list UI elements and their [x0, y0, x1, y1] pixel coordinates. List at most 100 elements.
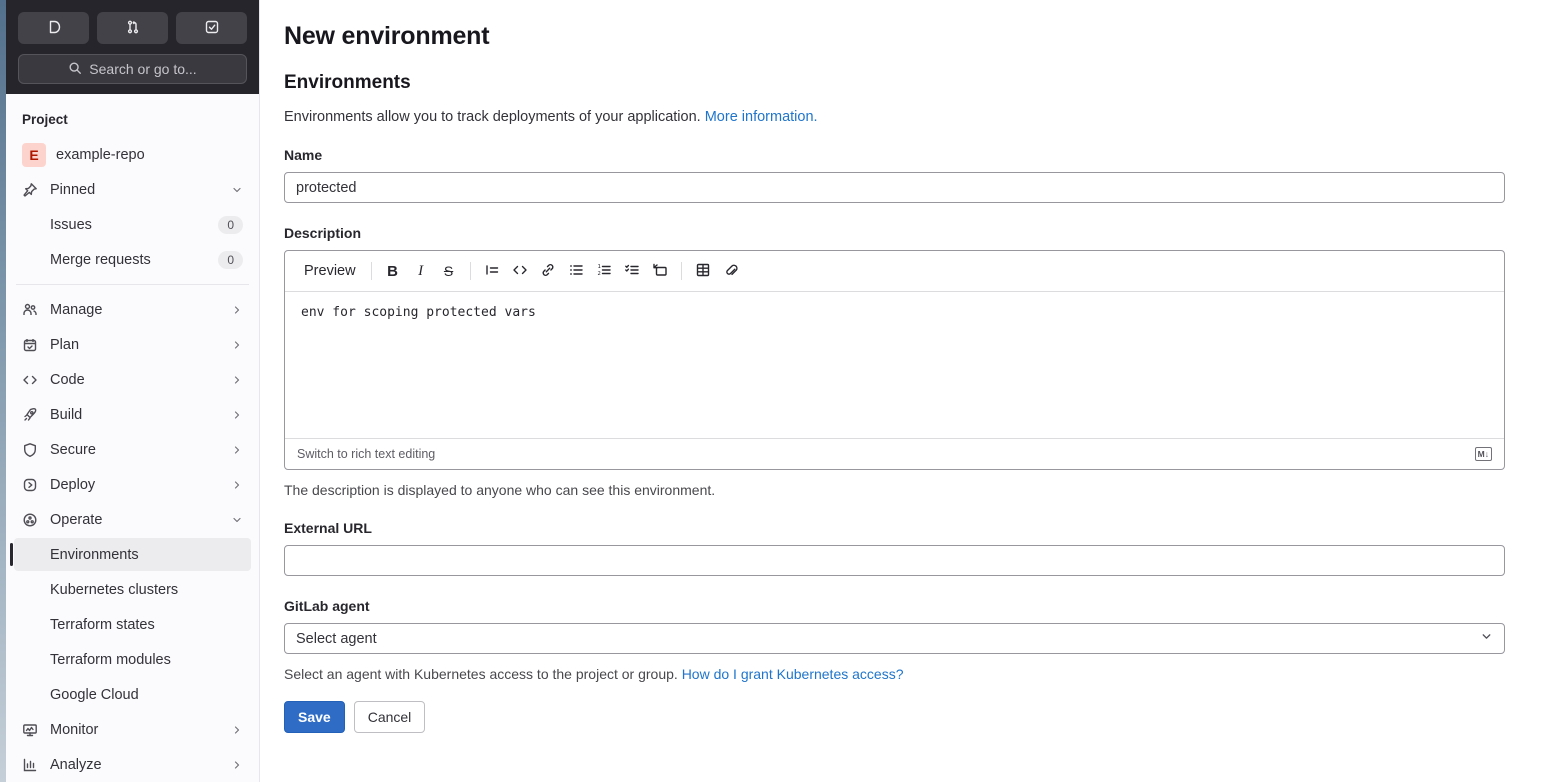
italic-button[interactable]: I — [407, 257, 435, 285]
sidebar-item-environments[interactable]: Environments — [10, 538, 251, 571]
chevron-down-icon — [231, 184, 243, 196]
sidebar-item-terraform-states[interactable]: Terraform states — [14, 608, 251, 641]
numbered-list-button[interactable]: 12 — [590, 257, 618, 285]
kubernetes-access-link[interactable]: How do I grant Kubernetes access? — [682, 666, 904, 682]
sidebar-item-monitor[interactable]: Monitor — [14, 713, 251, 746]
form-actions: Save Cancel — [284, 701, 1505, 733]
collapsible-section-icon — [652, 262, 668, 281]
deploy-icon — [22, 477, 38, 493]
sidebar-item-manage[interactable]: Manage — [14, 293, 251, 326]
sidebar-item-label: Issues — [50, 216, 92, 233]
sidebar-item-label: Analyze — [50, 756, 102, 773]
sidebar-item-deploy[interactable]: Deploy — [14, 468, 251, 501]
bullet-list-icon — [568, 262, 584, 281]
sidebar-item-label: Kubernetes clusters — [50, 581, 179, 598]
sidebar-item-issues[interactable]: Issues 0 — [14, 208, 251, 241]
code-button[interactable] — [506, 257, 534, 285]
svg-text:2: 2 — [597, 271, 600, 277]
description-help-text: The description is displayed to anyone w… — [284, 482, 716, 498]
toolbar-separator — [370, 262, 372, 280]
cancel-button[interactable]: Cancel — [353, 701, 426, 733]
chevron-down-icon — [231, 514, 243, 526]
chevron-right-icon — [231, 724, 243, 736]
strikethrough-button[interactable]: S — [435, 257, 463, 285]
attach-file-button[interactable] — [717, 257, 745, 285]
sidebar-item-plan[interactable]: Plan — [14, 328, 251, 361]
shield-icon — [22, 442, 38, 458]
sidebar-item-kubernetes-clusters[interactable]: Kubernetes clusters — [14, 573, 251, 606]
issues-shortcut-button[interactable] — [18, 12, 89, 44]
svg-text:1: 1 — [597, 264, 600, 270]
chevron-right-icon — [231, 339, 243, 351]
chevron-right-icon — [231, 409, 243, 421]
save-button[interactable]: Save — [284, 701, 345, 733]
numbered-list-icon: 12 — [596, 262, 612, 281]
sidebar-item-label: Environments — [50, 546, 139, 563]
task-list-button[interactable] — [618, 257, 646, 285]
sidebar-item-merge-requests[interactable]: Merge requests 0 — [14, 243, 251, 276]
chevron-right-icon — [231, 479, 243, 491]
link-button[interactable] — [534, 257, 562, 285]
cloud-pod-icon — [22, 512, 38, 528]
agent-help-body: Select an agent with Kubernetes access t… — [284, 666, 678, 682]
project-avatar: E — [22, 143, 46, 167]
sidebar-item-secure[interactable]: Secure — [14, 433, 251, 466]
sidebar-item-google-cloud[interactable]: Google Cloud — [14, 678, 251, 711]
link-icon — [540, 262, 556, 281]
todo-icon — [204, 19, 220, 38]
collapsible-section-button[interactable] — [646, 257, 674, 285]
sidebar-item-label: Monitor — [50, 721, 99, 738]
merge-requests-shortcut-button[interactable] — [97, 12, 168, 44]
sidebar-divider — [16, 284, 249, 285]
markdown-icon[interactable]: M↓ — [1474, 447, 1492, 461]
sidebar-item-label: Operate — [50, 511, 103, 528]
merge-requests-count-badge: 0 — [218, 250, 243, 269]
calendar-icon — [22, 337, 38, 353]
sidebar-item-pinned[interactable]: Pinned — [14, 173, 251, 206]
intro-text: Environments allow you to track deployme… — [284, 109, 1505, 125]
sidebar-item-label: Merge requests — [50, 251, 151, 268]
sidebar-item-label: Terraform states — [50, 616, 155, 633]
sidebar-nav: Project E example-repo Pinned Issues 0 M… — [6, 94, 259, 782]
search-icon — [68, 61, 82, 78]
page-title: New environment — [284, 22, 490, 50]
rocket-icon — [22, 407, 38, 423]
section-title: Environments — [284, 72, 411, 93]
sidebar-section-label: Project — [22, 112, 68, 127]
sidebar-item-label: Secure — [50, 441, 96, 458]
description-textarea[interactable]: env for scoping protected vars — [285, 292, 1504, 438]
issues-icon — [46, 19, 62, 38]
sidebar-item-project[interactable]: E example-repo — [14, 139, 251, 171]
sidebar-item-terraform-modules[interactable]: Terraform modules — [14, 643, 251, 676]
sidebar-item-build[interactable]: Build — [14, 398, 251, 431]
more-information-link[interactable]: More information. — [705, 109, 818, 125]
switch-rich-text-link[interactable]: Switch to rich text editing — [297, 447, 435, 461]
name-input[interactable] — [284, 172, 1505, 203]
sidebar-item-operate[interactable]: Operate — [14, 503, 251, 536]
bullet-list-button[interactable] — [562, 257, 590, 285]
attach-file-icon — [723, 262, 739, 281]
intro-text-body: Environments allow you to track deployme… — [284, 109, 701, 125]
sidebar-item-analyze[interactable]: Analyze — [14, 748, 251, 781]
quote-button[interactable] — [478, 257, 506, 285]
sidebar-item-label: Google Cloud — [50, 686, 139, 703]
todo-shortcut-button[interactable] — [176, 12, 247, 44]
sidebar-item-label: Code — [50, 371, 85, 388]
chevron-right-icon — [231, 444, 243, 456]
external-url-input[interactable] — [284, 545, 1505, 576]
bold-icon: B — [387, 262, 398, 280]
external-url-label: External URL — [284, 520, 372, 536]
bold-button[interactable]: B — [379, 257, 407, 285]
search-input[interactable]: Search or go to... — [18, 54, 247, 84]
chart-icon — [22, 757, 38, 773]
issues-count-badge: 0 — [218, 215, 243, 234]
agent-help-text: Select an agent with Kubernetes access t… — [284, 666, 1505, 682]
agent-select[interactable]: Select agent — [284, 623, 1505, 654]
preview-tab[interactable]: Preview — [296, 257, 364, 285]
chevron-right-icon — [231, 759, 243, 771]
editor-footer: Switch to rich text editing M↓ — [285, 438, 1504, 469]
sidebar-item-label: Deploy — [50, 476, 96, 493]
sidebar-item-code[interactable]: Code — [14, 363, 251, 396]
insert-table-button[interactable] — [689, 257, 717, 285]
main-content: New environment Environments Environment… — [261, 0, 1550, 782]
